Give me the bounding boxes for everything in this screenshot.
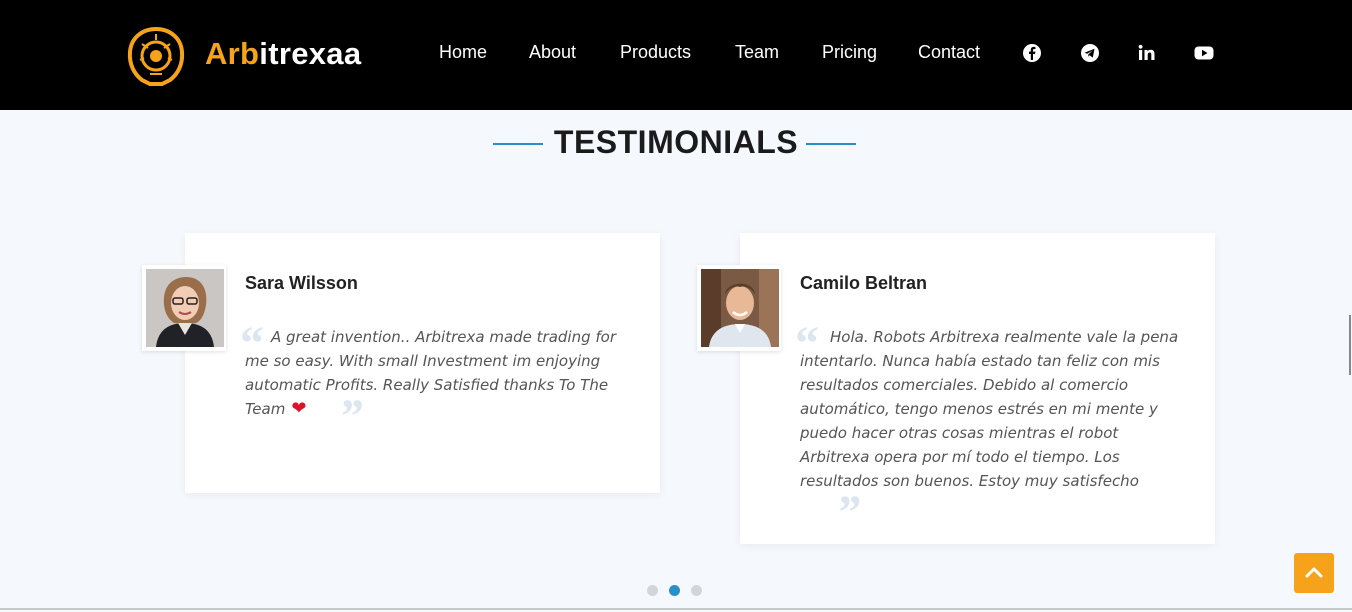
- carousel-dot-2[interactable]: [669, 585, 680, 596]
- nav-pricing[interactable]: Pricing: [822, 42, 877, 63]
- carousel-dot-1[interactable]: [647, 585, 658, 596]
- section-title: TESTIMONIALS: [553, 124, 799, 160]
- testimonial-author-name: Sara Wilsson: [245, 273, 358, 293]
- nav-team[interactable]: Team: [735, 42, 779, 63]
- linkedin-icon[interactable]: [1137, 43, 1157, 63]
- carousel-dot-3[interactable]: [691, 585, 702, 596]
- testimonial-author-name: Camilo Beltran: [800, 273, 928, 293]
- nav-about[interactable]: About: [529, 42, 576, 63]
- title-line-right: [806, 143, 856, 145]
- nav-contact[interactable]: Contact: [918, 42, 980, 63]
- site-header: Arbitrexaa Home About Products Team Pric…: [0, 0, 1352, 110]
- testimonial-text: Hola. Robots Arbitrexa realmente vale la…: [800, 328, 1179, 490]
- youtube-icon[interactable]: [1194, 43, 1214, 63]
- nav-products[interactable]: Products: [620, 42, 691, 63]
- nav-home[interactable]: Home: [439, 42, 487, 63]
- back-to-top-button[interactable]: [1294, 553, 1334, 593]
- testimonial-quote: A great invention.. Arbitrexa made tradi…: [245, 328, 617, 443]
- telegram-icon[interactable]: [1080, 43, 1100, 63]
- avatar: [142, 265, 226, 351]
- testimonial-quote: Hola. Robots Arbitrexa realmente vale la…: [800, 328, 1179, 539]
- facebook-icon[interactable]: [1022, 43, 1042, 63]
- brand-name-accent: Arb: [205, 36, 260, 71]
- section-divider: [0, 608, 1352, 610]
- avatar: [697, 265, 781, 351]
- chevron-up-icon: [1305, 567, 1323, 578]
- scrollbar-edge: [1349, 315, 1351, 375]
- heart-emoji: ❤: [291, 398, 307, 419]
- brand-name-rest: itrexaa: [259, 36, 362, 71]
- brand-name[interactable]: Arbitrexaa: [205, 36, 361, 72]
- brand-logo-icon[interactable]: [126, 26, 186, 86]
